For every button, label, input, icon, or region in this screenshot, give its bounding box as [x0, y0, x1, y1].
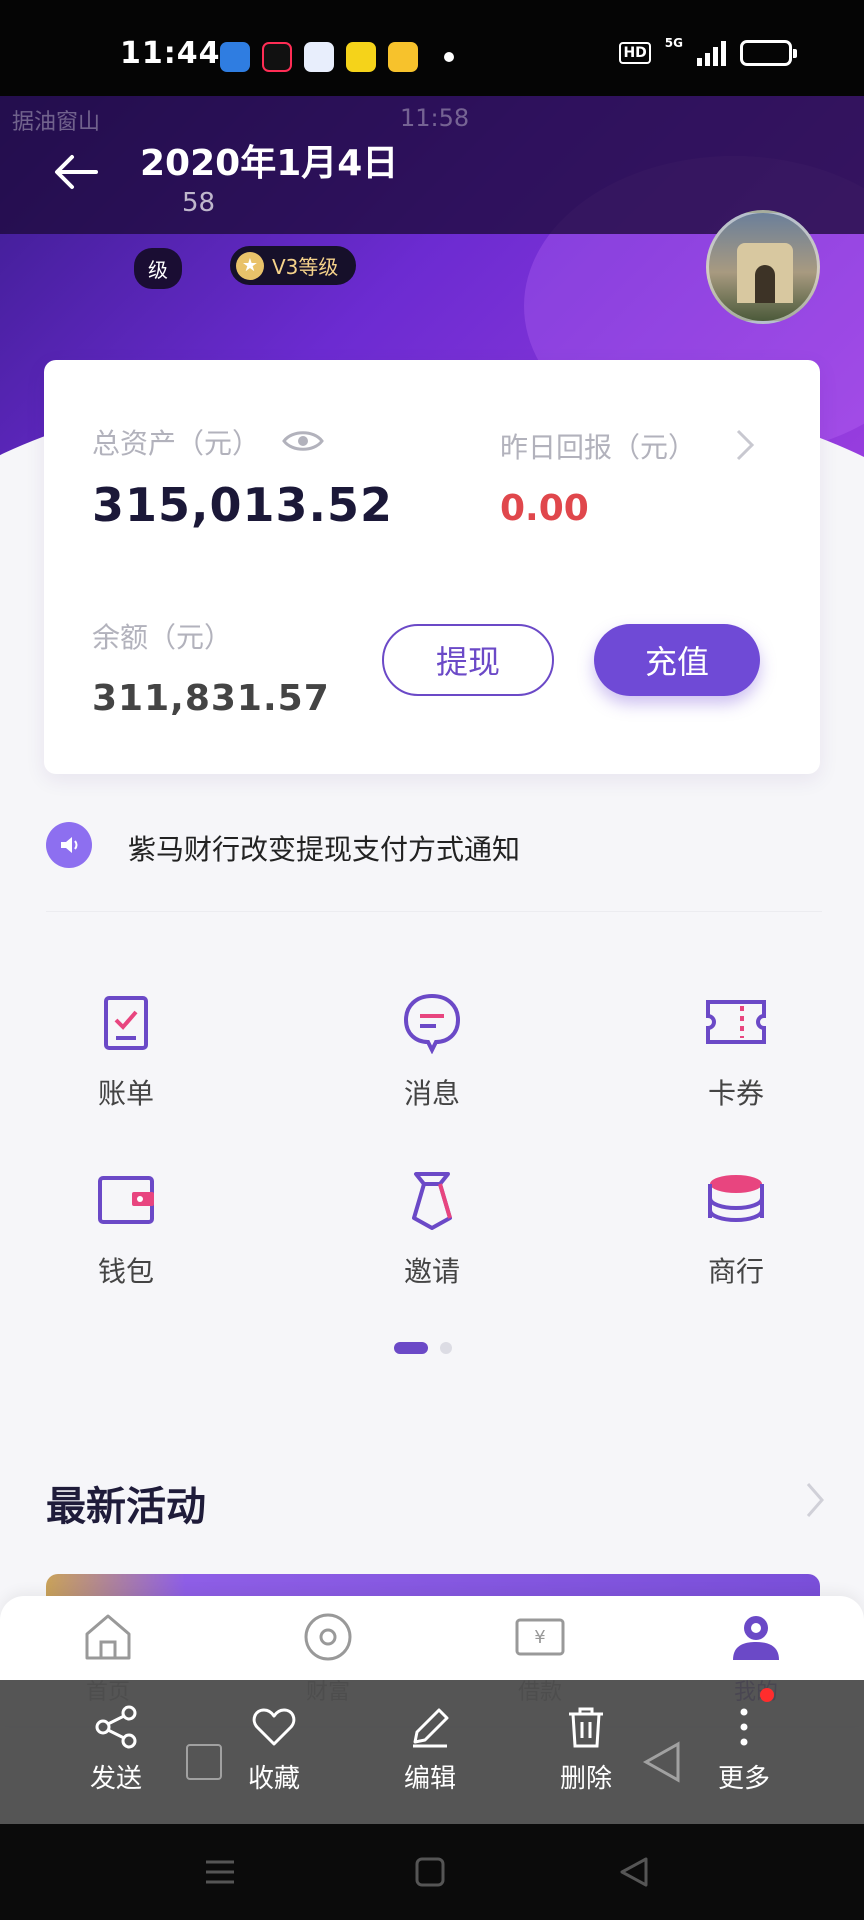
edit-button[interactable]: 编辑 [380, 1704, 480, 1795]
ghost-time-text: 11:58 [400, 104, 470, 132]
game-icon [346, 42, 376, 72]
delete-button[interactable]: 删除 [536, 1704, 636, 1795]
coin-stack-icon [708, 1175, 764, 1223]
yesterday-return-value: 0.00 [500, 488, 589, 529]
grid-item-coupon[interactable]: 卡券 [656, 990, 816, 1112]
baidu-icon [304, 42, 334, 72]
notice-text: 紫马财行改变提现支付方式通知 [128, 833, 521, 866]
browser-icon [220, 42, 250, 72]
status-app-icons [220, 42, 418, 72]
withdraw-button[interactable]: 提现 [382, 624, 554, 696]
back-arrow-icon[interactable] [52, 152, 100, 192]
ghost-back-icon [642, 1741, 680, 1783]
balance-value: 311,831.57 [92, 678, 330, 719]
star-icon: ★ [236, 251, 264, 280]
bill-icon [104, 996, 148, 1050]
grid-label: 卡券 [707, 1077, 764, 1110]
favorite-button[interactable]: 收藏 [224, 1704, 324, 1795]
send-label: 发送 [89, 1764, 142, 1794]
page-subtitle: 58 [182, 188, 216, 218]
heart-icon [252, 1708, 296, 1746]
user-icon [733, 1616, 779, 1660]
page-indicator [394, 1342, 452, 1354]
recharge-button[interactable]: 充值 [594, 624, 760, 696]
system-nav-bar [0, 1824, 864, 1920]
page-dot [440, 1342, 452, 1354]
tie-icon [412, 1172, 452, 1230]
grid-item-bill[interactable]: 账单 [46, 990, 206, 1112]
trash-icon [569, 1707, 603, 1748]
message-icon [403, 993, 461, 1054]
heart-app-icon [388, 42, 418, 72]
vip-badge-label: V3等级 [272, 255, 339, 279]
grid-label: 钱包 [97, 1255, 154, 1288]
battery-icon [740, 40, 797, 66]
ghost-status-text: 据油窗山 [12, 110, 101, 135]
tiktok-icon [262, 42, 292, 72]
grid-label: 消息 [403, 1077, 460, 1110]
more-button[interactable]: 更多 [694, 1704, 794, 1795]
status-right: HD 5G [619, 36, 797, 66]
level-badge: 级 [134, 248, 182, 289]
notice-bar[interactable]: 紫马财行改变提现支付方式通知 [46, 822, 822, 912]
share-icon [95, 1705, 137, 1749]
loan-icon: ¥ [515, 1618, 565, 1656]
coupon-icon [706, 1000, 766, 1044]
balance-label: 余额（元） [92, 621, 233, 654]
status-time: 11:44 [120, 36, 221, 71]
menu-icon[interactable] [202, 1854, 238, 1890]
grid-item-message[interactable]: 消息 [352, 990, 512, 1112]
grid-item-store[interactable]: 商行 [656, 1168, 816, 1290]
eye-icon[interactable] [282, 428, 324, 454]
notification-dot [444, 52, 454, 62]
more-icon [740, 1708, 748, 1746]
favorite-label: 收藏 [247, 1764, 300, 1794]
delete-label: 删除 [559, 1764, 612, 1794]
vip-badge[interactable]: ★ V3等级 [230, 246, 357, 285]
grid-label: 商行 [707, 1255, 764, 1288]
grid-label: 账单 [97, 1077, 154, 1110]
chevron-right-icon[interactable] [804, 1480, 826, 1520]
hd-icon: HD [619, 42, 651, 64]
home-icon [85, 1614, 131, 1660]
signal-icon [697, 40, 726, 66]
total-assets-label: 总资产（元） [92, 427, 261, 460]
status-bar: 11:44 HD 5G [0, 0, 864, 96]
share-toolbar: 发送 收藏 编辑 删除 更多 [0, 1680, 864, 1824]
page-dot-active [394, 1342, 428, 1354]
notification-badge [760, 1688, 774, 1702]
grid-label: 邀请 [403, 1255, 460, 1288]
svg-text:¥: ¥ [534, 1627, 545, 1648]
network-label: 5G [664, 36, 683, 50]
grid-item-invite[interactable]: 邀请 [352, 1168, 512, 1290]
total-assets-value: 315,013.52 [92, 478, 394, 532]
header-overlay-bar: 据油窗山 11:58 2020年1月4日 58 [0, 96, 864, 234]
wealth-icon [304, 1613, 352, 1661]
ghost-square [186, 1744, 222, 1780]
avatar[interactable] [706, 210, 820, 324]
section-title: 最新活动 [46, 1484, 206, 1530]
grid-item-wallet[interactable]: 钱包 [46, 1168, 206, 1290]
speaker-icon [46, 822, 92, 868]
home-button-icon[interactable] [412, 1854, 448, 1890]
chevron-right-icon[interactable] [734, 428, 756, 462]
edit-label: 编辑 [403, 1764, 456, 1794]
wallet-icon [98, 1176, 154, 1224]
page-title: 2020年1月4日 [140, 143, 399, 184]
back-icon[interactable] [616, 1854, 652, 1890]
avatar-photo [737, 243, 793, 303]
yesterday-return-label: 昨日回报（元） [500, 431, 697, 464]
asset-card: 总资产（元） 315,013.52 昨日回报（元） 0.00 余额（元） 311… [44, 360, 820, 774]
send-button[interactable]: 发送 [66, 1704, 166, 1795]
more-label: 更多 [717, 1764, 770, 1794]
pencil-icon [413, 1708, 449, 1748]
